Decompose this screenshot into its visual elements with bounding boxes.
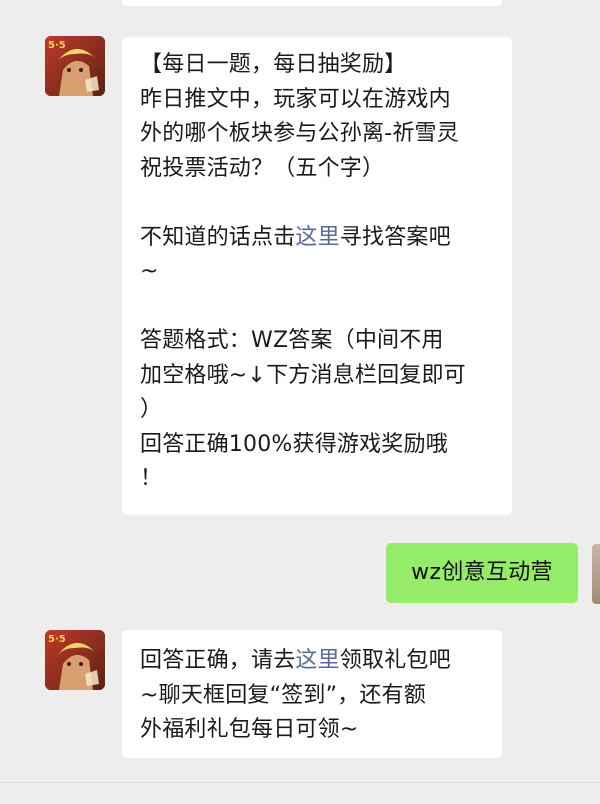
message-line: 祝投票活动？（五个字） xyxy=(140,155,385,181)
message-line: 答题格式：WZ答案（中间不用 xyxy=(140,328,444,353)
input-area-divider xyxy=(0,782,600,783)
user-avatar[interactable] xyxy=(592,544,600,604)
message-line: ！ xyxy=(140,466,163,491)
message-line: 回答正确，请去这里领取礼包吧 xyxy=(140,644,484,679)
official-account-avatar-icon[interactable]: 5·5 xyxy=(45,630,105,690)
message-line: ~ xyxy=(140,259,159,284)
svg-text:5·5: 5·5 xyxy=(48,634,66,645)
message-text: 领取礼包吧 xyxy=(339,648,451,673)
message-line: 昨日推文中，玩家可以在游戏内 xyxy=(140,86,451,112)
gift-link[interactable]: 这里 xyxy=(295,648,339,673)
message-text: 回答正确，请去 xyxy=(140,648,296,673)
message-text: 寻找答案吧 xyxy=(339,224,451,250)
message-line: 加空格哦~↓下方消息栏回复即可 xyxy=(140,362,466,388)
message-line: ） xyxy=(140,397,163,422)
message-bubble-user-answer: wz创意互动营 xyxy=(386,543,578,603)
message-text: 不知道的话点击 xyxy=(140,224,296,250)
answer-link[interactable]: 这里 xyxy=(295,225,339,250)
official-account-avatar-icon[interactable]: 5·5 xyxy=(45,36,105,96)
message-line: 回答正确100%获得游戏奖励哦 xyxy=(140,431,448,457)
message-bubble-reply: 回答正确，请去这里领取礼包吧 ~聊天框回复“签到”，还有额 外福利礼包每日可领~ xyxy=(122,630,502,758)
message-bubble-question: 【每日一题，每日抽奖励】 昨日推文中，玩家可以在游戏内 外的哪个板块参与公孙离-… xyxy=(122,37,512,515)
message-line: 【每日一题，每日抽奖励】 xyxy=(140,52,407,77)
message-line: 外福利礼包每日可领~ xyxy=(140,717,359,742)
message-line: ~聊天框回复“签到”，还有额 xyxy=(140,682,427,708)
message-line: 外的哪个板块参与公孙离-祈雪灵 xyxy=(140,121,459,146)
previous-message-bubble xyxy=(122,0,502,6)
message-line: 不知道的话点击这里寻找答案吧 xyxy=(140,221,494,256)
svg-text:5·5: 5·5 xyxy=(48,40,66,51)
